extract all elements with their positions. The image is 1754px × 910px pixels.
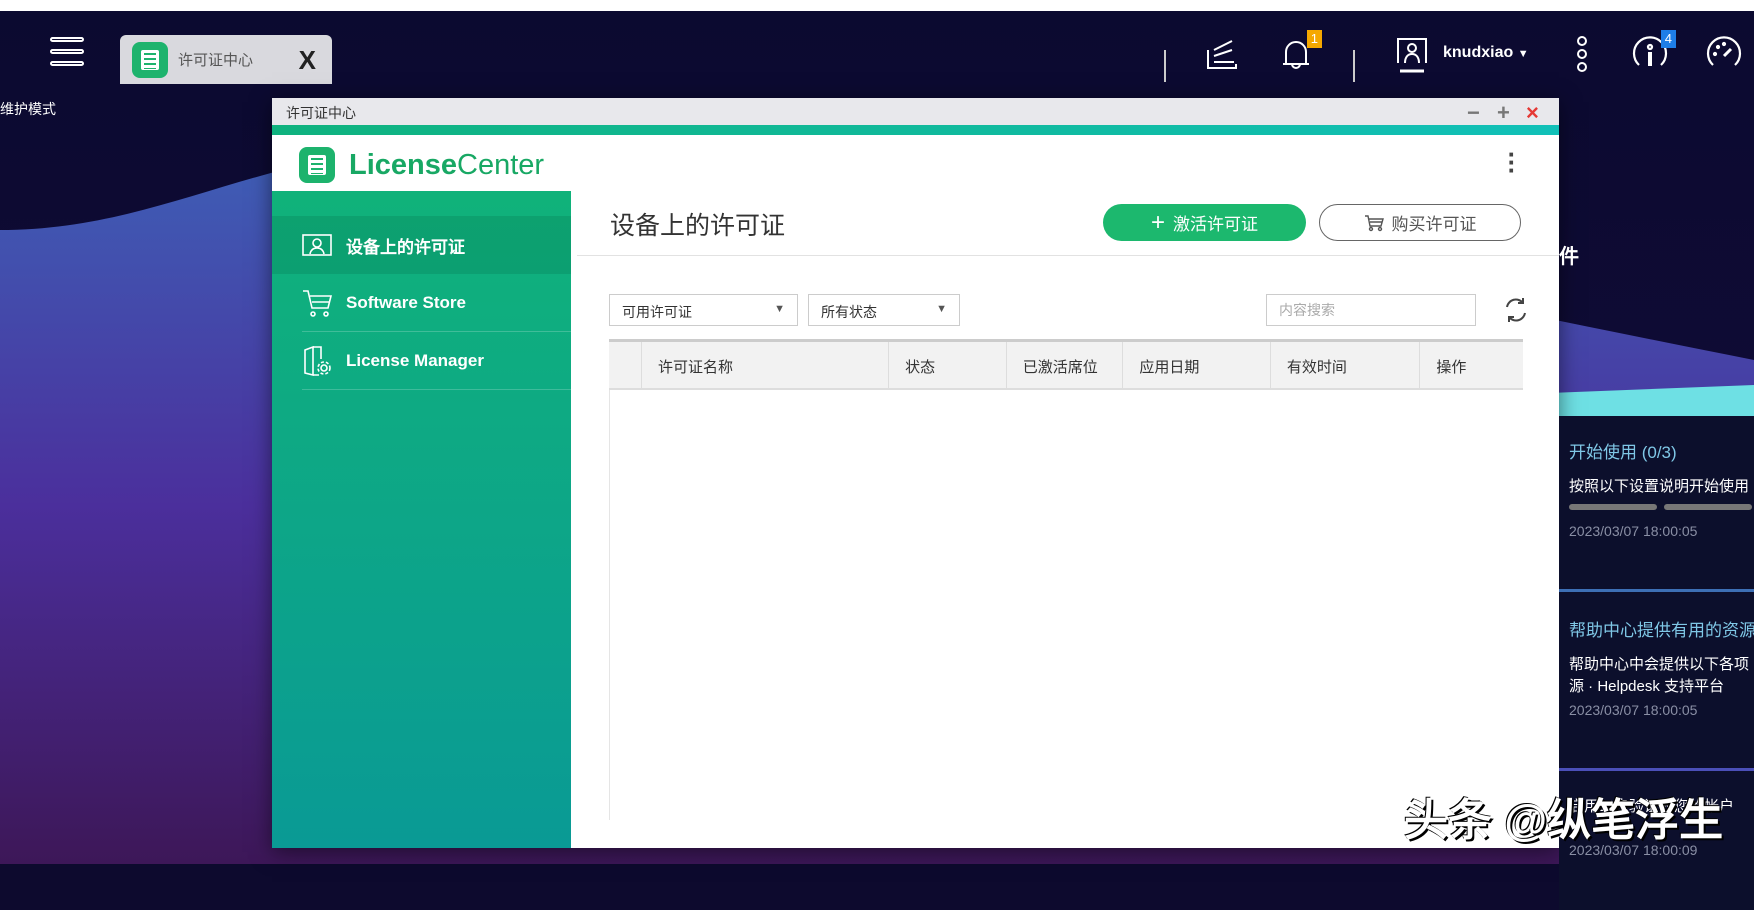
license-center-app-icon (132, 41, 168, 78)
cart-icon (303, 290, 332, 317)
notification-badge: 1 (1306, 30, 1322, 48)
dropdown-value: 可用许可证 (622, 304, 692, 320)
column-header[interactable]: 操作 (1420, 342, 1523, 388)
activate-license-button[interactable]: + 激活许可证 (1103, 204, 1306, 241)
column-header[interactable]: 已激活席位 (1007, 342, 1124, 388)
maintenance-mode-label: 维护模式 (0, 101, 56, 117)
refresh-button[interactable] (1500, 294, 1532, 326)
panel-heading-partial: 件 (1559, 246, 1579, 268)
user-menu[interactable]: knudxiao ▼ (1443, 44, 1529, 62)
sidebar-item-label: Software Store (346, 293, 466, 312)
panel-item-title[interactable]: 帮助中心提供有用的资源 (1569, 616, 1754, 641)
username: knudxiao (1443, 44, 1514, 61)
select-all-checkbox-column[interactable] (609, 342, 642, 388)
sidebar-item-label: License Manager (346, 351, 484, 370)
resource-monitor-button[interactable] (1704, 34, 1744, 74)
window-titlebar[interactable]: 许可证中心 (272, 98, 1559, 125)
app-logo: LicenseCenter (299, 147, 544, 183)
status-dropdown[interactable]: 所有状态 ▼ (808, 294, 960, 326)
dropdown-arrow-icon: ▼ (936, 303, 947, 315)
progress-step (1569, 504, 1657, 510)
dropdown-arrow-icon: ▼ (774, 303, 785, 315)
panel-item-title[interactable]: 开始使用 (0/3) (1569, 438, 1677, 463)
divider (1164, 50, 1166, 82)
panel-item-time: 2023/03/07 18:00:05 (1569, 702, 1698, 718)
license-center-window: 许可证中心 − + × LicenseCenter · · · 设备上的许可证 So… (272, 98, 1559, 848)
main-menu-button[interactable] (50, 37, 84, 69)
panel-item-time: 2023/03/07 18:00:05 (1569, 523, 1698, 539)
sidebar-item-license-manager[interactable]: License Manager (272, 332, 571, 390)
column-header[interactable]: 应用日期 (1123, 342, 1271, 388)
divider (302, 389, 571, 390)
panel-item-text: 按照以下设置说明开始使用 (1569, 478, 1750, 495)
watermark: 头条 @纵笔浮生 (1404, 796, 1724, 845)
dashboard-icon (1706, 36, 1742, 66)
taskbar-tab-license-center[interactable]: 许可证中心 X (120, 35, 332, 84)
column-header[interactable]: 有效时间 (1271, 342, 1421, 388)
license-center-logo-icon (299, 147, 335, 183)
sidebar: 设备上的许可证 Software Store License Manager (272, 191, 571, 848)
info-badge: 4 (1660, 30, 1676, 48)
minimize-button[interactable]: − (1467, 100, 1480, 126)
search-input[interactable] (1266, 294, 1476, 326)
sidebar-item-device-licenses[interactable]: 设备上的许可证 (272, 216, 571, 274)
license-card-icon (302, 234, 332, 256)
tab-label: 许可证中心 (178, 52, 254, 69)
column-header[interactable]: 许可证名称 (642, 342, 890, 388)
refresh-icon (1506, 298, 1526, 322)
info-button[interactable]: 4 (1630, 30, 1676, 74)
logo-bold: License (349, 148, 457, 181)
activate-label: 激活许可证 (1173, 215, 1258, 234)
divider (1559, 768, 1754, 771)
buy-license-button[interactable]: 购买许可证 (1319, 204, 1521, 241)
table-header: 许可证名称 状态 已激活席位 应用日期 有效时间 操作 (609, 342, 1523, 390)
notifications-button[interactable]: 1 (1276, 30, 1322, 74)
progress-step (1664, 504, 1752, 510)
more-menu-button[interactable]: · · · (1507, 141, 1517, 183)
top-strip (0, 0, 1754, 11)
more-options-button[interactable] (1562, 34, 1602, 74)
user-icon[interactable] (1392, 34, 1432, 74)
license-table: 许可证名称 状态 已激活席位 应用日期 有效时间 操作 (609, 339, 1523, 390)
accent-bar (272, 125, 1559, 135)
close-tab-icon[interactable]: X (299, 45, 316, 76)
maximize-button[interactable]: + (1497, 100, 1510, 126)
buy-label: 购买许可证 (1391, 215, 1477, 234)
sidebar-item-label: 设备上的许可证 (346, 237, 465, 257)
page-title: 设备上的许可证 (610, 212, 786, 240)
tasks-icon[interactable] (1202, 34, 1242, 74)
dropdown-value: 所有状态 (821, 304, 877, 320)
table-border (609, 390, 610, 820)
chevron-down-icon: ▼ (1517, 48, 1529, 60)
plus-icon: + (1150, 208, 1165, 236)
close-window-button[interactable]: × (1526, 100, 1539, 126)
logo-light: Center (457, 148, 545, 181)
window-title: 许可证中心 (286, 105, 356, 121)
divider (1353, 50, 1355, 82)
license-type-dropdown[interactable]: 可用许可证 ▼ (609, 294, 798, 326)
divider (1559, 589, 1754, 592)
column-header[interactable]: 状态 (889, 342, 1007, 388)
sidebar-item-software-store[interactable]: Software Store (272, 274, 571, 332)
panel-item-text: 源 · Helpdesk 支持平台 (1569, 678, 1725, 695)
header-divider (577, 255, 1559, 256)
more-icon (1577, 36, 1587, 72)
panel-item-text: 帮助中心中会提供以下各项 (1569, 656, 1750, 673)
cart-icon (1364, 214, 1384, 231)
license-manager-icon (304, 346, 331, 376)
